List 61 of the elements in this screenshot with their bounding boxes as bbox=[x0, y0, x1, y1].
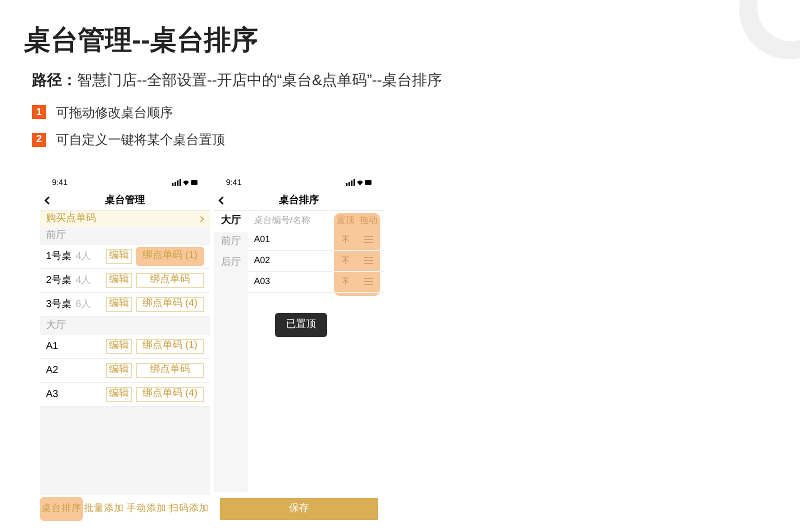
section-header: 大厅 bbox=[46, 320, 66, 330]
table-name: A02 bbox=[254, 254, 272, 267]
table-name: 3号桌 bbox=[46, 298, 72, 312]
column-header: 拖动 bbox=[358, 216, 378, 224]
buy-banner[interactable]: 购买点单码 bbox=[40, 210, 210, 226]
bind-code-button[interactable]: 绑点单码 (4) bbox=[136, 296, 204, 312]
bind-code-button[interactable]: 绑点单码 (4) bbox=[136, 386, 204, 402]
bottom-tab[interactable]: 手动添加 bbox=[125, 496, 168, 520]
table-name: 1号桌 bbox=[46, 250, 72, 264]
edit-button[interactable]: 编辑 bbox=[106, 386, 132, 402]
table-name: A01 bbox=[254, 232, 272, 246]
drag-handle-icon[interactable] bbox=[364, 278, 373, 285]
table-seats: 6人 bbox=[76, 296, 92, 312]
area-tab[interactable]: 前厅 bbox=[214, 232, 248, 252]
edit-button[interactable]: 编辑 bbox=[106, 248, 132, 264]
table-name: A1 bbox=[46, 340, 58, 354]
pin-to-top-icon[interactable] bbox=[341, 277, 350, 286]
bind-code-button[interactable]: 绑点单码 bbox=[136, 362, 204, 378]
bind-code-button[interactable]: 绑点单码 bbox=[136, 272, 204, 288]
table-seats: 4人 bbox=[76, 248, 92, 264]
status-time: 9:41 bbox=[226, 176, 242, 188]
toast-message: 已置顶 bbox=[275, 312, 327, 336]
path-label: 路径： bbox=[32, 71, 77, 91]
area-tab[interactable]: 大厅 bbox=[214, 210, 248, 232]
path-text: 智慧门店--全部设置--开店中的“桌台&点单码”--桌台排序 bbox=[77, 71, 442, 91]
pin-to-top-icon[interactable] bbox=[341, 235, 350, 244]
step-text: 可拖动修改桌台顺序 bbox=[56, 104, 173, 122]
bind-code-button[interactable]: 绑点单码 (1) bbox=[136, 338, 204, 354]
step-number: 1 bbox=[32, 105, 46, 120]
drag-handle-icon[interactable] bbox=[364, 236, 373, 243]
section-header: 前厅 bbox=[46, 230, 66, 240]
save-button[interactable]: 保存 bbox=[220, 498, 378, 520]
table-name: A3 bbox=[46, 388, 58, 402]
column-header: 桌台编号/名称 bbox=[254, 216, 312, 224]
pin-to-top-icon[interactable] bbox=[341, 256, 350, 265]
page-title: 桌台管理--桌台排序 bbox=[24, 24, 258, 57]
table-name: 2号桌 bbox=[46, 274, 72, 288]
status-icons bbox=[172, 179, 198, 186]
back-icon[interactable] bbox=[218, 196, 224, 204]
table-name: A03 bbox=[254, 274, 272, 288]
edit-button[interactable]: 编辑 bbox=[106, 296, 132, 312]
chevron-right-icon bbox=[200, 216, 204, 222]
area-tab[interactable]: 后厅 bbox=[214, 252, 248, 274]
edit-button[interactable]: 编辑 bbox=[106, 272, 132, 288]
nav-title: 桌台排序 bbox=[279, 193, 319, 208]
drag-handle-icon[interactable] bbox=[364, 257, 373, 264]
step-text: 可自定义一键将某个桌台置顶 bbox=[56, 131, 225, 149]
nav-title: 桌台管理 bbox=[105, 194, 145, 208]
status-time: 9:41 bbox=[52, 176, 68, 188]
bottom-tab[interactable]: 批量添加 bbox=[82, 496, 125, 520]
edit-button[interactable]: 编辑 bbox=[106, 338, 132, 354]
bottom-tab[interactable]: 桌台排序 bbox=[40, 496, 82, 520]
column-header: 置顶 bbox=[336, 216, 356, 224]
status-icons bbox=[346, 179, 372, 186]
table-name: A2 bbox=[46, 364, 58, 378]
back-icon[interactable] bbox=[44, 196, 50, 204]
edit-button[interactable]: 编辑 bbox=[106, 362, 132, 378]
bind-code-button[interactable]: 绑点单码 (1) bbox=[136, 246, 204, 266]
table-seats: 4人 bbox=[76, 272, 92, 288]
bottom-tab[interactable]: 扫码添加 bbox=[168, 496, 210, 520]
step-number: 2 bbox=[32, 132, 46, 147]
